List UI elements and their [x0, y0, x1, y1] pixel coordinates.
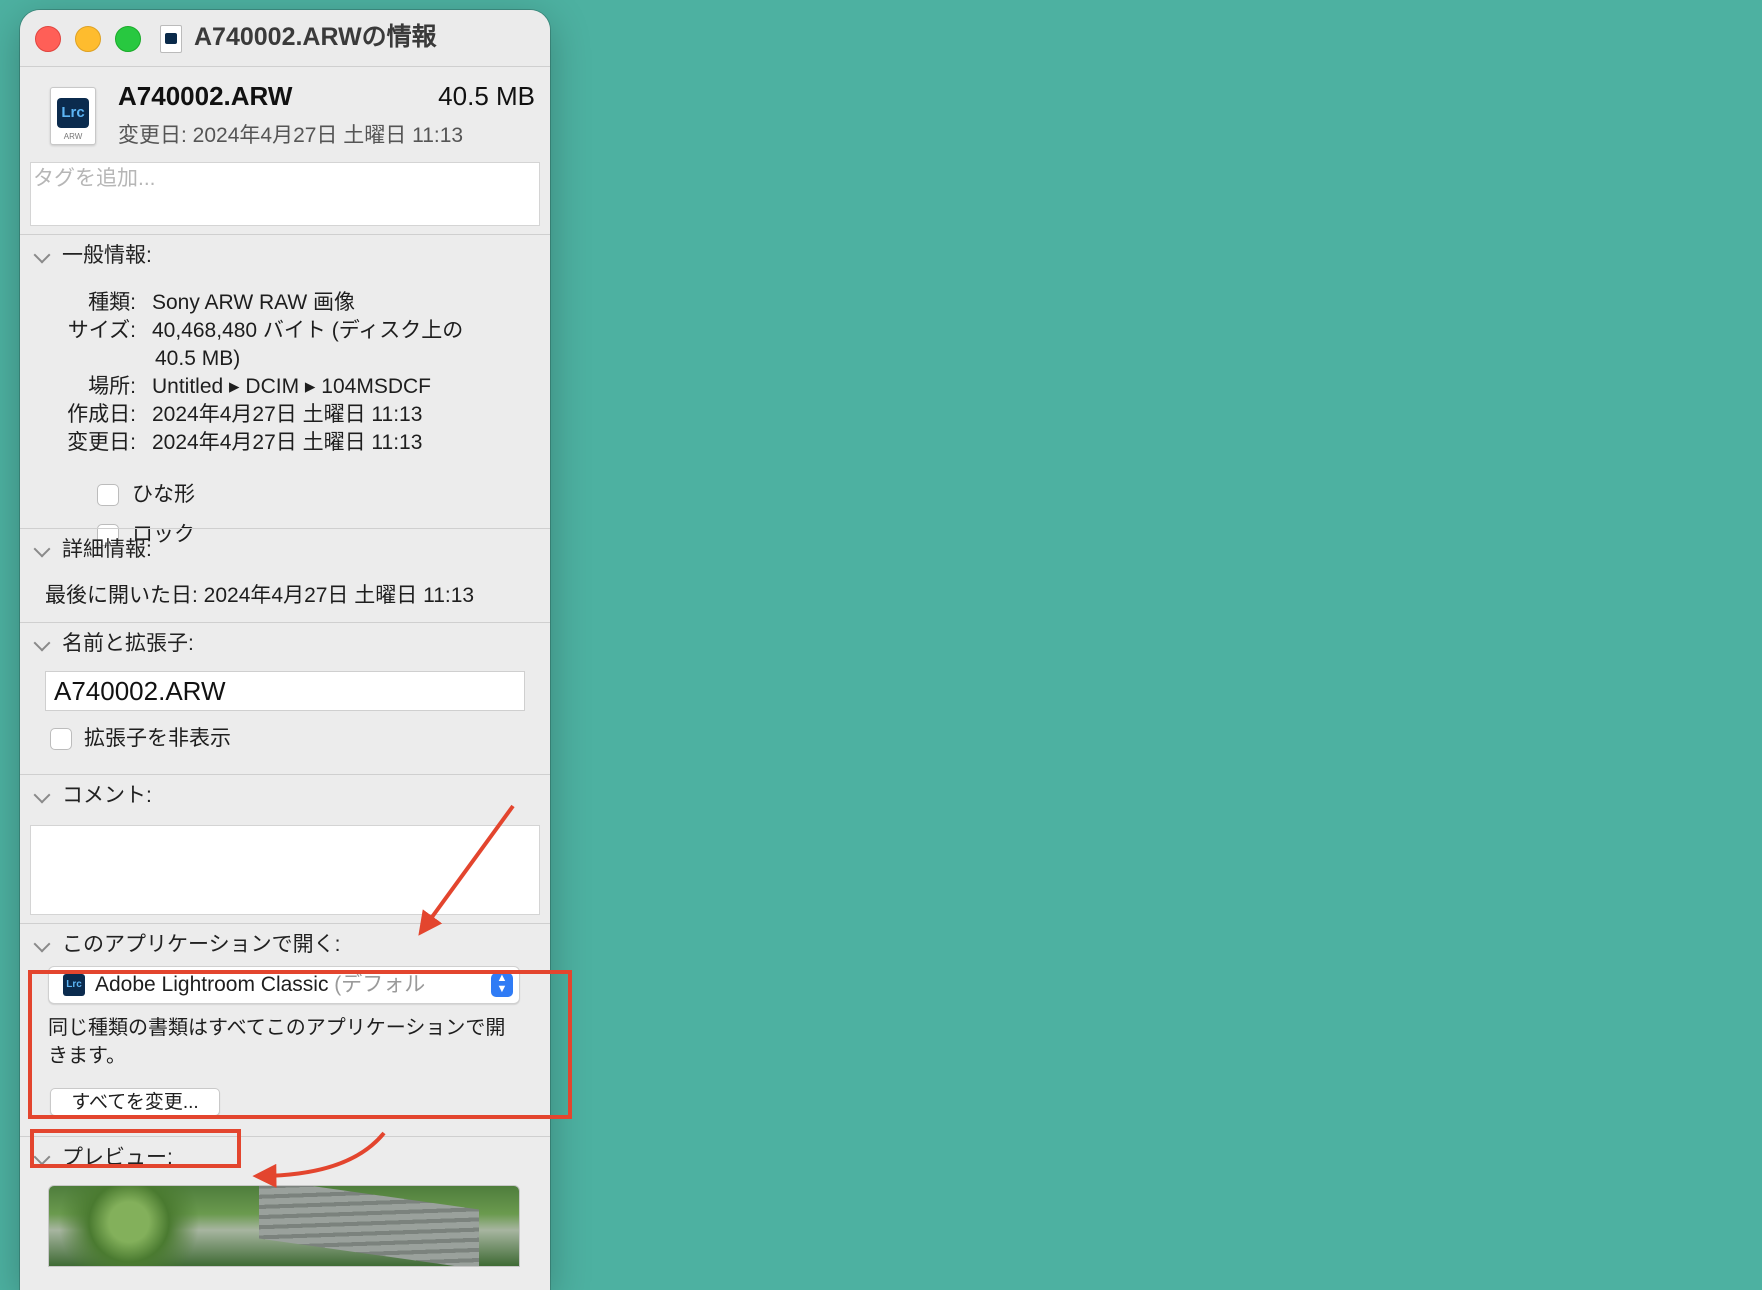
arrow-down-left-icon — [418, 804, 515, 936]
arrow-curved-left-icon — [252, 1131, 386, 1188]
annotation-arrows — [252, 804, 515, 1188]
